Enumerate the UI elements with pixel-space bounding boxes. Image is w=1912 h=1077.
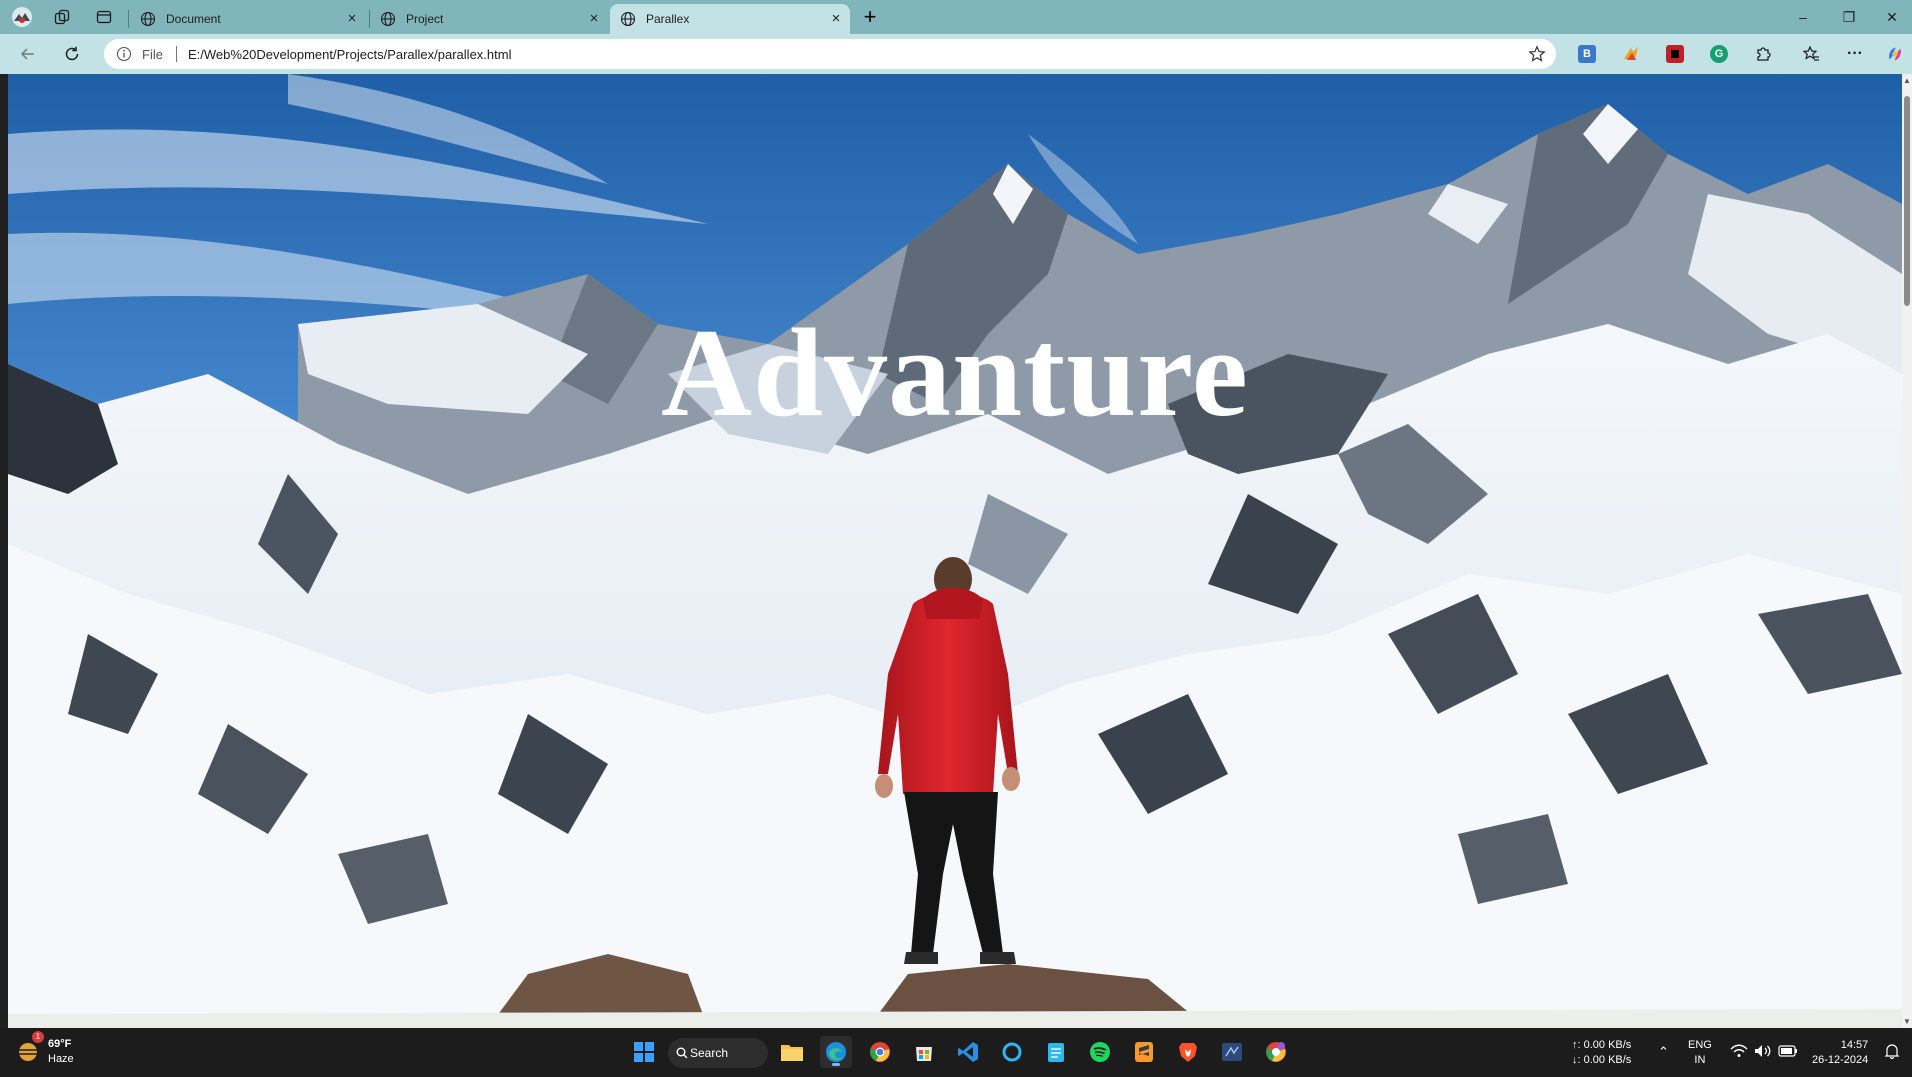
tab-project[interactable]: Project × (370, 4, 608, 34)
back-button[interactable] (14, 41, 42, 67)
start-icon[interactable] (628, 1036, 660, 1068)
close-tab-icon[interactable]: × (344, 11, 360, 27)
active-indicator (832, 1063, 840, 1066)
taskbar-search-button[interactable]: Search (668, 1038, 768, 1068)
refresh-icon (65, 46, 79, 61)
info-icon[interactable] (116, 46, 132, 62)
tab-separator (128, 10, 129, 28)
favorite-star-icon[interactable] (1528, 45, 1546, 63)
upload-speed: ↑: 0.00 KB/s (1572, 1039, 1632, 1051)
minimize-button[interactable]: – (1780, 0, 1826, 34)
region-code: IN (1694, 1054, 1706, 1066)
close-tab-icon[interactable]: × (586, 11, 602, 27)
page-viewport: Advanture (8, 74, 1902, 1028)
notepad-icon[interactable] (1040, 1036, 1072, 1068)
tab-title: Project (406, 12, 444, 26)
scrollbar-thumb[interactable] (1904, 96, 1910, 306)
workspaces-icon[interactable] (50, 6, 74, 28)
language-indicator[interactable]: ENG IN (1688, 1038, 1712, 1068)
arrow-left-icon (20, 48, 34, 60)
spotify-icon[interactable] (1084, 1036, 1116, 1068)
tab-actions-icon[interactable] (92, 6, 116, 28)
file-scheme-label: File (142, 47, 163, 62)
clock-date: 26-12-2024 (1812, 1054, 1869, 1066)
network-speed-widget[interactable]: ↑: 0.00 KB/s ↓: 0.00 KB/s (1572, 1038, 1631, 1068)
weather-widget[interactable]: 1 69°F Haze (16, 1031, 74, 1067)
show-hidden-icons-chevron-icon[interactable]: ⌃ (1658, 1044, 1669, 1059)
language-code: ENG (1688, 1039, 1712, 1051)
brave-icon[interactable] (1172, 1036, 1204, 1068)
globe-icon (380, 11, 396, 27)
browser-tab-bar: Document × Project × Parallex × + – ❐ ✕ (0, 0, 1912, 34)
vscode-icon[interactable] (952, 1036, 984, 1068)
battery-icon[interactable] (1778, 1045, 1798, 1062)
url-text[interactable]: E:/Web%20Development/Projects/Parallex/p… (188, 47, 511, 62)
globe-icon (620, 11, 636, 27)
chrome-icon[interactable] (864, 1036, 896, 1068)
paint-extension-icon[interactable] (1622, 45, 1640, 63)
volume-icon[interactable] (1754, 1044, 1772, 1063)
globe-icon (140, 11, 156, 27)
chrome-canary-icon[interactable] (1260, 1036, 1292, 1068)
search-label: Search (690, 1046, 729, 1060)
download-speed: ↓: 0.00 KB/s (1572, 1054, 1632, 1066)
close-window-button[interactable]: ✕ (1872, 0, 1912, 34)
browser-toolbar: File E:/Web%20Development/Projects/Paral… (0, 34, 1912, 74)
notification-bell-icon[interactable] (1884, 1043, 1900, 1064)
new-tab-button[interactable]: + (858, 4, 882, 29)
cortana-icon[interactable] (996, 1036, 1028, 1068)
wifi-icon[interactable] (1730, 1044, 1748, 1063)
system-clock[interactable]: 14:57 26-12-2024 (1812, 1038, 1868, 1068)
weather-temp: 69°F (48, 1038, 72, 1050)
close-tab-icon[interactable]: × (828, 11, 844, 27)
mountain-background-image (8, 74, 1902, 1028)
refresh-button[interactable] (58, 41, 86, 67)
scroll-down-arrow-icon[interactable]: ▼ (1903, 1017, 1911, 1026)
puzzle-extensions-icon[interactable] (1754, 45, 1772, 63)
page-scrollbar[interactable]: ▲ ▼ (1902, 74, 1912, 1028)
clock-time: 14:57 (1840, 1039, 1869, 1051)
restore-button[interactable]: ❐ (1826, 0, 1872, 34)
tab-title: Document (166, 12, 221, 26)
haze-weather-icon (19, 1043, 37, 1061)
windows-taskbar: 1 69°F Haze Search ↑: 0.00 KB/s ↓: 0.00 … (0, 1028, 1912, 1077)
address-bar[interactable]: File E:/Web%20Development/Projects/Paral… (104, 39, 1556, 69)
tab-document[interactable]: Document × (130, 4, 366, 34)
file-explorer-icon[interactable] (776, 1036, 808, 1068)
address-divider (176, 46, 177, 62)
favorites-icon[interactable] (1802, 45, 1820, 63)
tab-title: Parallex (646, 12, 690, 26)
store-icon[interactable] (908, 1036, 940, 1068)
weather-condition: Haze (48, 1053, 74, 1065)
red-extension-icon[interactable] (1666, 45, 1684, 63)
profile-avatar-icon[interactable] (10, 6, 34, 28)
bold-b-extension-icon[interactable]: B (1578, 45, 1596, 63)
scroll-up-arrow-icon[interactable]: ▲ (1903, 76, 1911, 85)
copilot-icon[interactable] (1886, 45, 1904, 63)
edge-icon[interactable] (820, 1036, 852, 1068)
grammarly-icon[interactable]: G (1710, 45, 1728, 63)
sublime-icon[interactable] (1128, 1036, 1160, 1068)
weather-badge: 1 (32, 1031, 44, 1043)
sql-icon[interactable] (1216, 1036, 1248, 1068)
hero-title: Advanture (661, 304, 1249, 443)
search-icon (676, 1047, 688, 1059)
tab-parallex[interactable]: Parallex × (610, 4, 850, 34)
more-menu-icon[interactable]: ··· (1846, 45, 1864, 63)
